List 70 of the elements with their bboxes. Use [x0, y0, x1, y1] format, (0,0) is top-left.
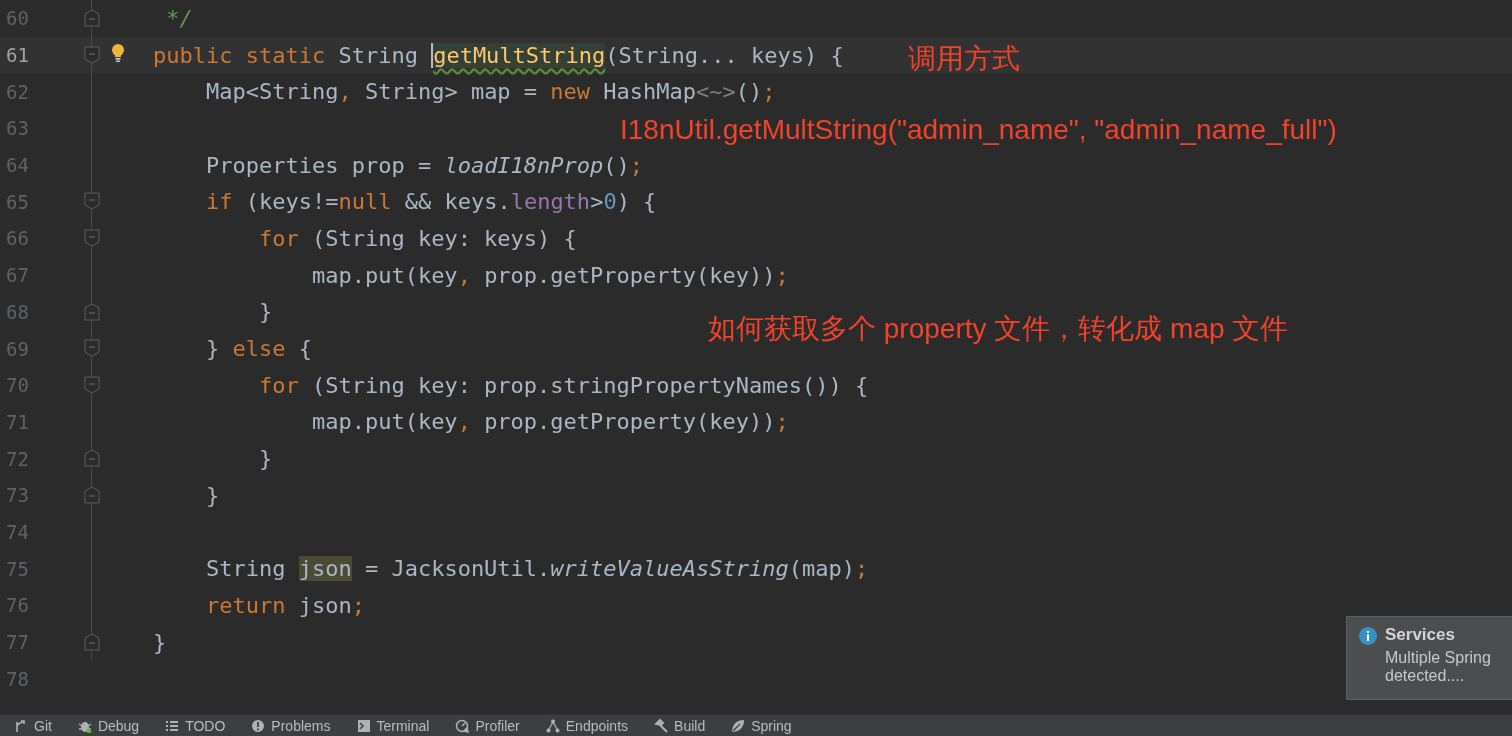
- line-number: 70: [5, 374, 30, 397]
- fold-icon[interactable]: [84, 192, 100, 211]
- annotation-text: I18nUtil.getMultString("admin_name", "admin_name_full"): [620, 114, 1337, 146]
- line-number: 72: [5, 447, 30, 470]
- bug-icon: [77, 719, 92, 733]
- tool-window-button[interactable]: Spring: [731, 718, 792, 734]
- tool-window-button[interactable]: TODO: [165, 718, 226, 734]
- fold-icon[interactable]: [84, 632, 100, 651]
- line-number: 77: [5, 631, 30, 654]
- line-number: 71: [5, 410, 30, 433]
- fold-icon[interactable]: [84, 45, 100, 64]
- leaf-icon: [731, 719, 746, 733]
- line-number: 75: [5, 557, 30, 580]
- line-number: 64: [5, 154, 30, 177]
- code-line: String json = JacksonUtil.writeValueAsString(map);: [205, 556, 869, 582]
- line-number: 63: [5, 117, 30, 140]
- line-number: 66: [5, 227, 30, 250]
- fold-icon[interactable]: [84, 229, 100, 248]
- gauge-icon: [455, 719, 470, 733]
- line-number: 61: [5, 44, 30, 67]
- code-line: map.put(key, prop.getProperty(key));: [311, 262, 789, 288]
- notification-title: Services: [1385, 625, 1456, 645]
- line-number: 78: [5, 667, 30, 690]
- code-line: }: [258, 446, 273, 472]
- fold-icon[interactable]: [84, 485, 100, 504]
- line-number: 68: [5, 300, 30, 323]
- code-line: Map<String, String> map = new HashMap<~>();: [205, 79, 776, 105]
- line-number: 69: [5, 337, 30, 360]
- fold-icon[interactable]: [84, 302, 100, 321]
- code-line: }: [258, 299, 273, 325]
- annotation-text: 如何获取多个 property 文件，转化成 map 文件: [708, 312, 1289, 346]
- line-number: 60: [5, 7, 30, 30]
- fold-icon[interactable]: [84, 339, 100, 358]
- tool-window-button[interactable]: Git: [14, 718, 52, 734]
- code-line: Properties prop = loadI18nProp();: [205, 152, 644, 178]
- tool-window-button[interactable]: Problems: [251, 718, 331, 734]
- tool-window-button[interactable]: Endpoints: [545, 718, 629, 734]
- fold-icon[interactable]: [84, 375, 100, 394]
- code-line: }: [205, 482, 220, 508]
- list-icon: [165, 719, 180, 733]
- line-number: 65: [5, 190, 30, 213]
- info-icon: [1359, 627, 1377, 645]
- fold-icon[interactable]: [84, 9, 100, 27]
- code-line: return json;: [205, 592, 365, 618]
- tool-window-button[interactable]: Profiler: [455, 718, 520, 734]
- code-line: public static String getMultString(String... keys) {: [153, 42, 844, 68]
- terminal-icon: [356, 719, 371, 733]
- line-number: 73: [5, 484, 30, 507]
- hammer-icon: [654, 719, 669, 733]
- code-line: } else {: [205, 336, 312, 362]
- alert-icon: [251, 719, 266, 733]
- line-number: 67: [5, 264, 30, 287]
- code-line: if (keys!=null && keys.length>0) {: [205, 189, 657, 215]
- tool-window-button[interactable]: Terminal: [356, 718, 430, 734]
- line-number: 74: [5, 520, 30, 543]
- lightbulb-icon[interactable]: [110, 42, 126, 63]
- tool-window-button[interactable]: Build: [654, 718, 706, 734]
- code-line: }: [153, 629, 167, 655]
- nodes-icon: [545, 719, 560, 733]
- code-line: for (String key: prop.stringPropertyNames()) {: [258, 372, 869, 398]
- code-line: map.put(key, prop.getProperty(key));: [311, 409, 789, 435]
- line-number: 76: [5, 594, 30, 617]
- code-line: */: [166, 5, 193, 31]
- annotation-text: 调用方式: [908, 42, 1020, 76]
- branch-icon: [14, 719, 28, 733]
- line-number: 62: [5, 80, 30, 103]
- fold-icon[interactable]: [84, 449, 100, 468]
- notification-message: Multiple Spring detected....: [1385, 649, 1492, 685]
- code-line: for (String key: keys) {: [258, 225, 577, 251]
- tool-window-button[interactable]: Debug: [77, 718, 140, 734]
